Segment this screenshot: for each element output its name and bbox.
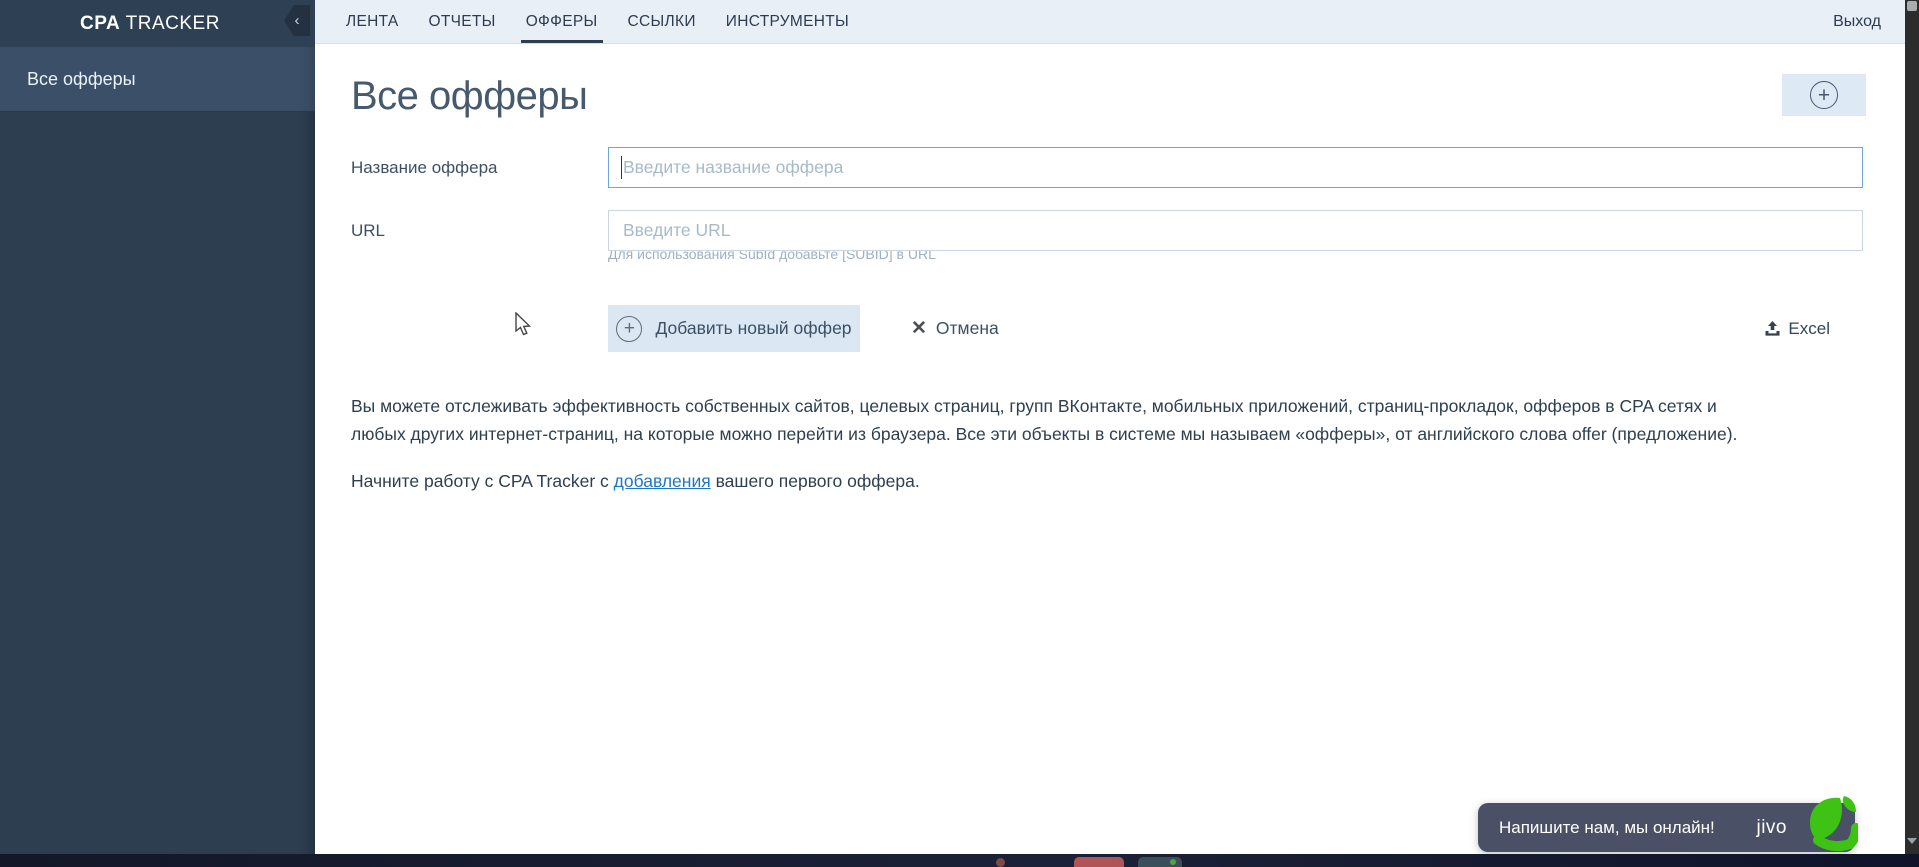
getting-started-suffix: вашего первого оффера.: [710, 471, 920, 491]
offer-url-input[interactable]: [608, 210, 1863, 251]
scrollbar-thumb[interactable]: [1907, 1, 1917, 11]
chat-widget[interactable]: Напишите нам, мы онлайн! jivo: [1478, 796, 1858, 852]
sidebar-collapse-button[interactable]: ‹: [284, 5, 310, 36]
offer-name-label: Название оффера: [351, 157, 498, 177]
jivo-leaf-icon: [1810, 796, 1858, 852]
logout-link[interactable]: Выход: [1833, 13, 1881, 31]
chat-message: Напишите нам, мы онлайн!: [1499, 817, 1715, 837]
sidebar-item-all-offers[interactable]: Все офферы: [0, 47, 315, 112]
top-navigation: ЛЕНТА ОТЧЕТЫ ОФФЕРЫ ССЫЛКИ ИНСТРУМЕНТЫ В…: [315, 0, 1905, 44]
close-icon: ✕: [911, 318, 927, 339]
add-new-offer-button[interactable]: + Добавить новый оффер: [608, 305, 860, 352]
tab-lenta[interactable]: ЛЕНТА: [346, 0, 399, 43]
scrollbar-down-arrow-icon[interactable]: [1907, 838, 1917, 844]
text-caret: [621, 156, 622, 179]
page-scrollbar[interactable]: [1905, 0, 1919, 854]
taskbar-icon-red[interactable]: [1074, 857, 1124, 867]
tab-instrumenty[interactable]: ИНСТРУМЕНТЫ: [726, 0, 849, 43]
getting-started-paragraph: Начните работу с CPA Tracker с добавлени…: [351, 471, 1845, 492]
jivo-logo: jivo: [1756, 816, 1787, 838]
app-logo-rest: TRACKER: [120, 12, 220, 34]
taskbar-icon[interactable]: [996, 858, 1005, 867]
tab-offery[interactable]: ОФФЕРЫ: [520, 0, 603, 43]
plus-circle-icon: +: [1810, 81, 1838, 109]
add-new-offer-label: Добавить новый оффер: [655, 318, 852, 338]
app-logo: CPA TRACKER: [80, 13, 220, 35]
cancel-button[interactable]: ✕ Отмена: [911, 318, 999, 339]
nav-tabs: ЛЕНТА ОТЧЕТЫ ОФФЕРЫ ССЫЛКИ ИНСТРУМЕНТЫ: [346, 0, 849, 43]
offer-url-label: URL: [351, 220, 386, 240]
excel-label: Excel: [1788, 318, 1830, 338]
page-title: Все офферы: [351, 74, 588, 118]
sidebar-menu: Все офферы: [0, 47, 315, 854]
main-content: Все офферы + Название оффера URL Для исп…: [315, 44, 1905, 854]
description-line-2: любых других интернет-страниц, на которы…: [351, 424, 1738, 444]
taskbar-icon-green[interactable]: [1138, 857, 1182, 867]
getting-started-prefix: Начните работу с CPA Tracker с: [351, 471, 614, 491]
add-offer-toggle-button[interactable]: +: [1782, 74, 1866, 116]
description-line-1: Вы можете отслеживать эффективность собс…: [351, 396, 1717, 416]
chevron-left-icon: ‹: [294, 12, 300, 29]
tab-otchety[interactable]: ОТЧЕТЫ: [429, 0, 496, 43]
add-offer-link[interactable]: добавления: [614, 471, 711, 491]
sidebar-header: CPA TRACKER ‹: [0, 0, 315, 47]
tab-ssylki[interactable]: ССЫЛКИ: [628, 0, 696, 43]
cancel-label: Отмена: [935, 318, 999, 338]
new-offer-form: Название оффера URL Для использования Su…: [315, 147, 1905, 352]
excel-export-button[interactable]: Excel: [1764, 319, 1830, 339]
taskbar-strip: [0, 854, 1919, 867]
sidebar-item-label: Все офферы: [27, 68, 136, 89]
plus-circle-icon: +: [616, 315, 643, 342]
offer-name-input[interactable]: [608, 147, 1863, 188]
app-logo-bold: CPA: [80, 12, 121, 34]
sidebar: CPA TRACKER ‹ Все офферы: [0, 0, 315, 854]
upload-icon: [1765, 321, 1780, 336]
description-paragraph: Вы можете отслеживать эффективность собс…: [351, 392, 1845, 448]
